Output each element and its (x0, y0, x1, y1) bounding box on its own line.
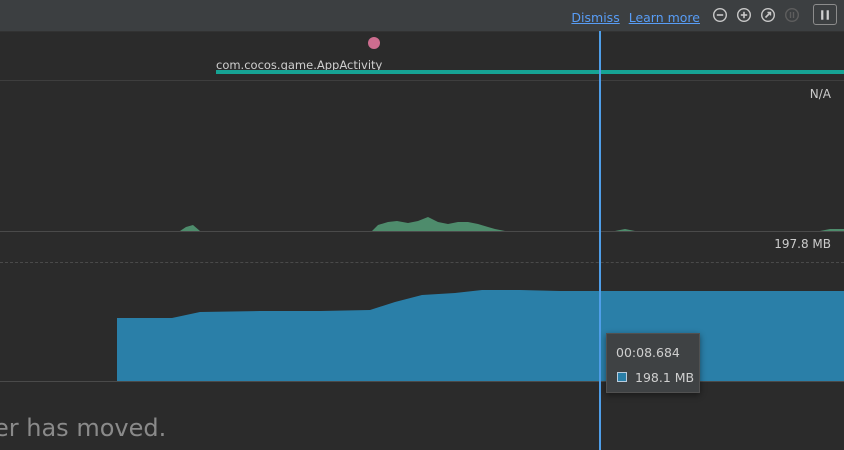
zoom-in-icon[interactable] (735, 6, 753, 24)
memory-tooltip: 00:08.684 198.1 MB (606, 333, 700, 393)
memory-usage-chart (0, 290, 844, 382)
timeline-cursor[interactable] (599, 31, 601, 450)
event-marker[interactable] (368, 37, 380, 49)
tooltip-value: 198.1 MB (635, 370, 695, 385)
activity-bar[interactable] (216, 70, 844, 74)
dismiss-link[interactable]: Dismiss (571, 10, 619, 25)
profiler-toolbar: Dismiss Learn more (0, 0, 844, 32)
memory-usage-area (117, 290, 844, 381)
banner-links: Dismiss Learn more (566, 10, 700, 25)
pause-icon (821, 9, 829, 20)
memory-max-label: 197.8 MB (774, 237, 831, 251)
tooltip-time: 00:08.684 (616, 345, 680, 360)
tooltip-legend-swatch (617, 372, 627, 382)
disabled-icon (783, 6, 801, 24)
learn-more-link[interactable]: Learn more (629, 10, 700, 25)
cpu-usage-area (180, 217, 844, 231)
cpu-value-label: N/A (809, 87, 831, 101)
status-message: er has moved. (0, 414, 167, 442)
memory-max-gridline (0, 262, 844, 263)
cpu-usage-chart (0, 217, 844, 232)
pause-button[interactable] (813, 4, 837, 25)
reset-zoom-icon[interactable] (759, 6, 777, 24)
track-divider (0, 80, 844, 81)
zoom-out-icon[interactable] (711, 6, 729, 24)
